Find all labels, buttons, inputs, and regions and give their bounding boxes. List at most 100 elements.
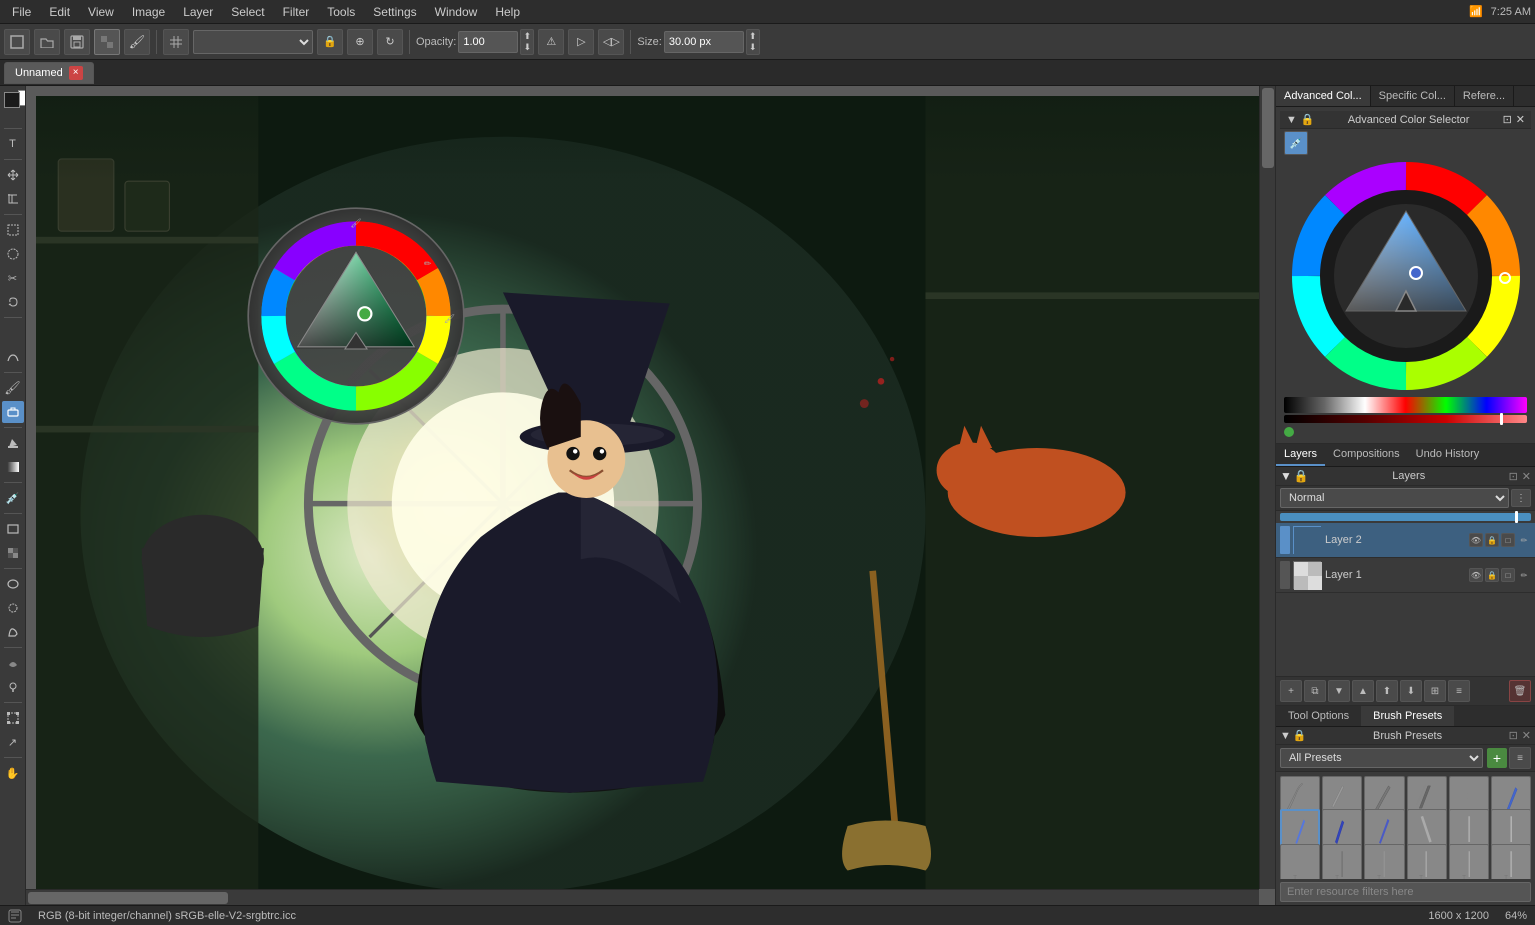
layer-1-extra[interactable]: □ <box>1501 568 1515 582</box>
move-down-btn[interactable]: ⬇ <box>1400 680 1422 702</box>
expand-layer-btn[interactable]: ▼ <box>1328 680 1350 702</box>
doc-tab-close[interactable]: × <box>69 66 83 80</box>
grid-button[interactable] <box>163 29 189 55</box>
color-wheel-container[interactable] <box>1280 157 1531 395</box>
brush-preset-14[interactable]: T <box>1322 844 1362 879</box>
ellipse-select-tool[interactable] <box>2 243 24 265</box>
brush-preset-16[interactable]: T <box>1407 844 1447 879</box>
layers-float-icon[interactable]: ⊡ <box>1509 470 1518 483</box>
warning-button[interactable]: ⚠ <box>538 29 564 55</box>
tab-advanced-color[interactable]: Advanced Col... <box>1276 86 1371 106</box>
menu-filter[interactable]: Filter <box>275 3 318 21</box>
freehand-shape[interactable] <box>2 621 24 643</box>
foreground-color[interactable] <box>4 92 20 108</box>
color-pipette[interactable]: 💉 <box>1284 131 1308 155</box>
artwork-canvas[interactable] <box>36 96 1259 889</box>
menu-edit[interactable]: Edit <box>41 3 78 21</box>
warp-tool[interactable]: ↗ <box>2 731 24 753</box>
mirror-button[interactable]: ▷ <box>568 29 594 55</box>
tab-compositions[interactable]: Compositions <box>1325 444 1408 466</box>
smudge-tool[interactable] <box>2 652 24 674</box>
layer-1-lock[interactable]: 🔒 <box>1485 568 1499 582</box>
size-spinner[interactable]: ⬆⬇ <box>746 29 760 55</box>
ellipse-tool[interactable] <box>2 573 24 595</box>
contiguous-select[interactable] <box>2 597 24 619</box>
gradient-tool[interactable] <box>2 456 24 478</box>
mirror2-button[interactable]: ◁▷ <box>598 29 624 55</box>
canvas-scrollbar-vertical[interactable] <box>1259 86 1275 889</box>
collapse-layer-btn[interactable]: ▲ <box>1352 680 1374 702</box>
paint-tool-icon[interactable]: 🖌 <box>124 29 150 55</box>
presets-category-dropdown[interactable]: All Presets <box>1280 748 1483 768</box>
merge-btn[interactable]: ⊞ <box>1424 680 1446 702</box>
rect-select-tool[interactable] <box>2 219 24 241</box>
layer-blend-mode-dropdown[interactable]: Normal Multiply Screen <box>1280 488 1509 508</box>
brush-close-icon[interactable]: ✕ <box>1522 729 1531 742</box>
close-icon[interactable]: ✕ <box>1516 113 1525 126</box>
text-tool[interactable]: T <box>2 133 24 155</box>
brush-preset-17[interactable]: T <box>1449 844 1489 879</box>
move-up-btn[interactable]: ⬆ <box>1376 680 1398 702</box>
menu-layer[interactable]: Layer <box>175 3 221 21</box>
adv-color-header[interactable]: ▼ 🔒 Advanced Color Selector ⊡ ✕ <box>1280 111 1531 129</box>
brush-search-input[interactable] <box>1280 882 1531 902</box>
add-layer-btn[interactable]: + <box>1280 680 1302 702</box>
menu-help[interactable]: Help <box>487 3 528 21</box>
menu-file[interactable]: File <box>4 3 39 21</box>
brush-preset-18[interactable]: T <box>1491 844 1531 879</box>
menu-tools[interactable]: Tools <box>319 3 363 21</box>
dodge-tool[interactable] <box>2 676 24 698</box>
layer-2-visibility[interactable]: 👁 <box>1469 533 1483 547</box>
menu-image[interactable]: Image <box>124 3 173 21</box>
tab-layers[interactable]: Layers <box>1276 444 1325 466</box>
brush-preset-13[interactable]: T <box>1280 844 1320 879</box>
menu-settings[interactable]: Settings <box>365 3 424 21</box>
layers-close-icon[interactable]: ✕ <box>1522 470 1531 483</box>
layer-2-extra[interactable]: □ <box>1501 533 1515 547</box>
fill-tool[interactable] <box>2 432 24 454</box>
eyedropper-tool[interactable]: 💉 <box>2 487 24 509</box>
layer-2-lock[interactable]: 🔒 <box>1485 533 1499 547</box>
color-square-tool[interactable] <box>2 542 24 564</box>
opacity-input[interactable] <box>458 31 518 53</box>
menu-window[interactable]: Window <box>427 3 486 21</box>
open-button[interactable] <box>34 29 60 55</box>
doc-tab-unnamed[interactable]: Unnamed × <box>4 62 94 84</box>
hue-slider[interactable] <box>1284 415 1527 423</box>
preset-options-btn[interactable]: ≡ <box>1509 747 1531 769</box>
tab-undo-history[interactable]: Undo History <box>1408 444 1488 466</box>
layer-row-1[interactable]: Layer 1 👁 🔒 □ ✏ <box>1276 558 1535 593</box>
crop-tool[interactable] <box>2 188 24 210</box>
brush-float-icon[interactable]: ⊡ <box>1509 729 1518 742</box>
eraser-tool[interactable] <box>2 401 24 423</box>
delete-layer-btn[interactable]: 🗑 <box>1509 680 1531 702</box>
tab-brush-presets[interactable]: Brush Presets <box>1361 706 1454 726</box>
fg-bg-colors[interactable] <box>2 90 24 120</box>
lasso-tool[interactable] <box>2 291 24 313</box>
add-preset-button[interactable]: + <box>1487 748 1507 768</box>
pan-tool[interactable]: ✋ <box>2 762 24 784</box>
layer-opacity-slider[interactable] <box>1280 513 1531 521</box>
bezier-tool[interactable] <box>2 346 24 368</box>
copy-layer-btn[interactable]: ⧉ <box>1304 680 1326 702</box>
save-button[interactable] <box>64 29 90 55</box>
tab-reference[interactable]: Refere... <box>1455 86 1514 106</box>
refresh-button[interactable]: ↻ <box>377 29 403 55</box>
menu-view[interactable]: View <box>80 3 122 21</box>
blend-mode-dropdown[interactable]: Normal <box>193 30 313 54</box>
pen-tool[interactable] <box>2 322 24 344</box>
rect-shape-tool[interactable] <box>2 518 24 540</box>
color-wheel-widget[interactable] <box>1291 161 1521 391</box>
color-gradient-bar[interactable] <box>1284 397 1527 413</box>
paint-brush-tool[interactable]: 🖌 <box>2 377 24 399</box>
menu-select[interactable]: Select <box>223 3 272 21</box>
layer-options-btn[interactable]: ⋮ <box>1511 489 1531 507</box>
reset-button[interactable]: ⊕ <box>347 29 373 55</box>
size-input[interactable] <box>664 31 744 53</box>
canvas-scrollbar-horizontal[interactable] <box>26 889 1259 905</box>
canvas-area[interactable]: 🖌 ✏ 🖌 <box>26 86 1275 905</box>
brush-preset-15[interactable]: T <box>1364 844 1404 879</box>
layer-1-visibility[interactable]: 👁 <box>1469 568 1483 582</box>
transform-tool[interactable] <box>2 707 24 729</box>
tab-tool-options[interactable]: Tool Options <box>1276 706 1361 726</box>
